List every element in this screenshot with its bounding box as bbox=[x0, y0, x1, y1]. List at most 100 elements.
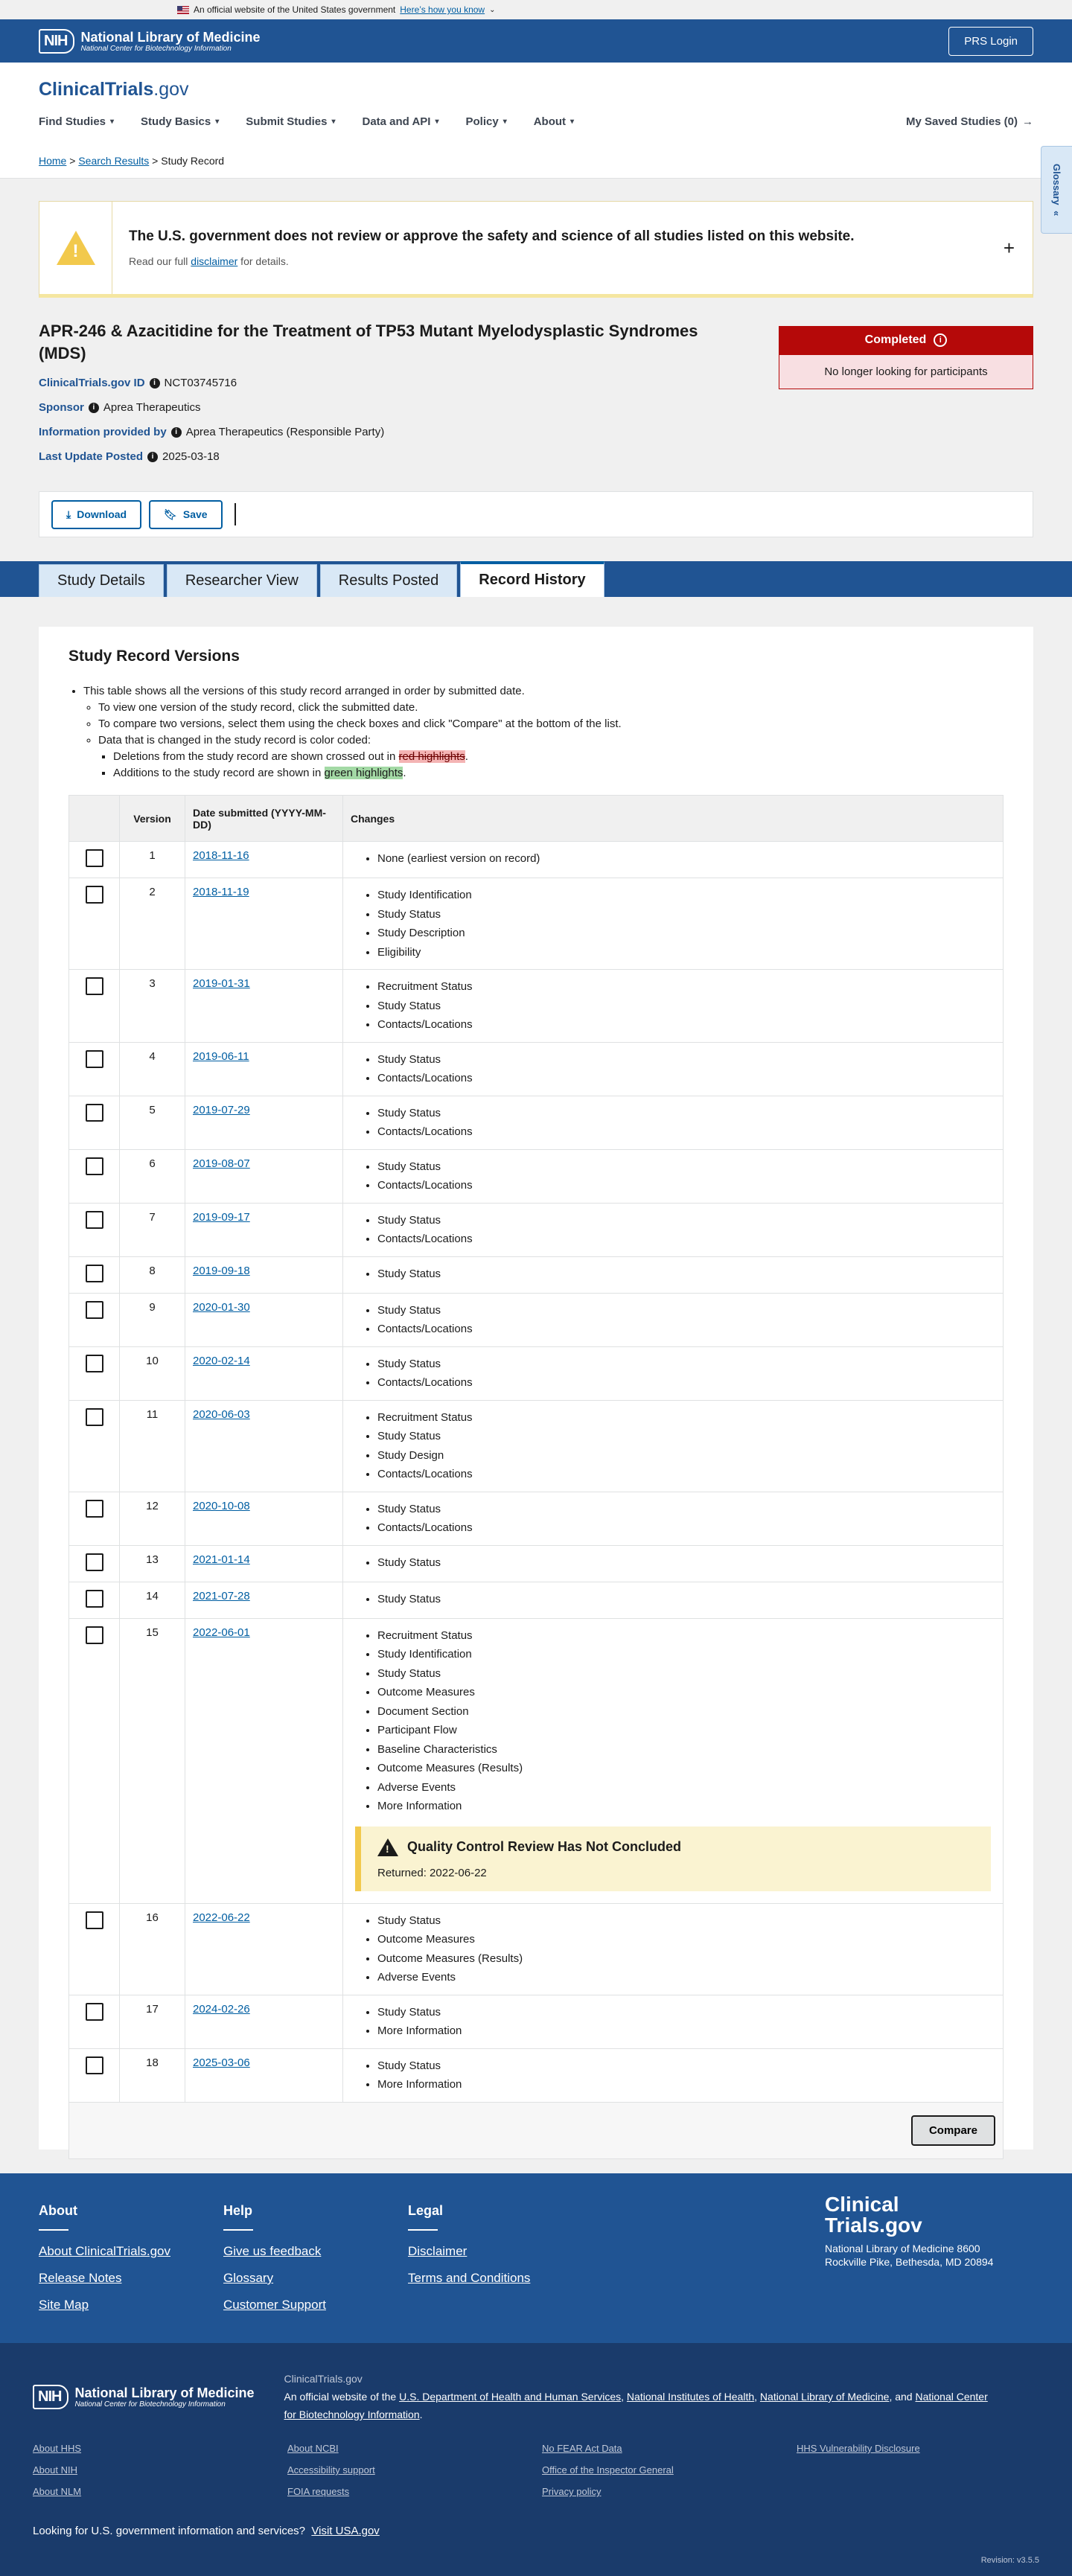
version-checkbox[interactable] bbox=[85, 1049, 103, 1068]
version-checkbox[interactable] bbox=[85, 1499, 103, 1518]
agency-link[interactable]: About NLM bbox=[33, 2486, 287, 2497]
version-date-link[interactable]: 2019-01-31 bbox=[193, 977, 250, 990]
version-checkbox[interactable] bbox=[85, 1103, 103, 1122]
footer-link[interactable]: Give us feedback bbox=[223, 2244, 326, 2259]
version-number: 13 bbox=[119, 1544, 185, 1582]
version-number: 16 bbox=[119, 1902, 185, 1995]
versions-intro: This table shows all the versions of thi… bbox=[68, 683, 1004, 782]
version-date-link[interactable]: 2024-02-26 bbox=[193, 2003, 250, 2016]
version-number: 7 bbox=[119, 1202, 185, 1257]
ct-logo[interactable]: ClinicalTrials.gov bbox=[39, 79, 1033, 100]
version-checkbox[interactable] bbox=[85, 1553, 103, 1571]
nav-policy[interactable]: Policy ▾ bbox=[466, 115, 507, 128]
version-date-link[interactable]: 2018-11-16 bbox=[193, 849, 249, 862]
agency-link[interactable]: About NCBI bbox=[287, 2443, 542, 2454]
nih-link[interactable]: National Institutes of Health bbox=[627, 2391, 754, 2403]
version-date-link[interactable]: 2020-01-30 bbox=[193, 1301, 250, 1314]
version-date-link[interactable]: 2018-11-19 bbox=[193, 886, 249, 898]
glossary-tab[interactable]: Glossary « bbox=[1041, 146, 1072, 234]
tab-study-details[interactable]: Study Details bbox=[39, 564, 164, 597]
version-date-link[interactable]: 2019-08-07 bbox=[193, 1157, 250, 1170]
version-date-link[interactable]: 2019-07-29 bbox=[193, 1104, 250, 1116]
version-date-link[interactable]: 2020-06-03 bbox=[193, 1408, 250, 1421]
info-icon[interactable]: i bbox=[149, 377, 160, 389]
agency-description: ClinicalTrials.gov An official website o… bbox=[284, 2370, 999, 2423]
agency-link[interactable]: Privacy policy bbox=[542, 2486, 797, 2497]
version-date-link[interactable]: 2022-06-22 bbox=[193, 1911, 250, 1924]
change-item: Study Status bbox=[377, 1211, 995, 1230]
version-date-link[interactable]: 2020-10-08 bbox=[193, 1500, 250, 1512]
agency-link[interactable]: Office of the Inspector General bbox=[542, 2464, 797, 2476]
version-checkbox[interactable] bbox=[85, 1300, 103, 1319]
nav-study-basics[interactable]: Study Basics ▾ bbox=[141, 115, 219, 128]
agency-link[interactable]: About HHS bbox=[33, 2443, 287, 2454]
version-checkbox[interactable] bbox=[85, 1264, 103, 1282]
version-checkbox[interactable] bbox=[85, 1911, 103, 1929]
nav-about[interactable]: About ▾ bbox=[534, 115, 574, 128]
footer-link[interactable]: Site Map bbox=[39, 2298, 170, 2313]
footer-link[interactable]: About ClinicalTrials.gov bbox=[39, 2244, 170, 2259]
disclaimer-link[interactable]: disclaimer bbox=[191, 255, 237, 267]
version-checkbox[interactable] bbox=[85, 886, 103, 904]
version-checkbox[interactable] bbox=[85, 1210, 103, 1229]
nav-find-studies[interactable]: Find Studies ▾ bbox=[39, 115, 114, 128]
nav-data-api[interactable]: Data and API ▾ bbox=[363, 115, 439, 128]
version-date-link[interactable]: 2021-07-28 bbox=[193, 1590, 250, 1602]
version-checkbox[interactable] bbox=[85, 1354, 103, 1372]
table-row: 16 2022-06-22 Study StatusOutcome Measur… bbox=[68, 1902, 1004, 1995]
info-icon[interactable]: i bbox=[934, 333, 948, 347]
tab-results-posted[interactable]: Results Posted bbox=[319, 564, 458, 597]
compare-button[interactable]: Compare bbox=[910, 2115, 995, 2146]
footer-link[interactable]: Glossary bbox=[223, 2271, 326, 2286]
version-checkbox[interactable] bbox=[85, 1589, 103, 1608]
breadcrumb-home[interactable]: Home bbox=[39, 155, 66, 167]
change-item: None (earliest version on record) bbox=[377, 849, 995, 869]
version-checkbox[interactable] bbox=[85, 1626, 103, 1644]
my-saved-studies-link[interactable]: My Saved Studies (0) → bbox=[906, 115, 1033, 128]
agency-link[interactable]: Accessibility support bbox=[287, 2464, 542, 2476]
version-number: 6 bbox=[119, 1148, 185, 1204]
version-date-link[interactable]: 2019-09-17 bbox=[193, 1211, 250, 1224]
version-date-link[interactable]: 2025-03-06 bbox=[193, 2056, 250, 2069]
nlm-link[interactable]: National Library of Medicine bbox=[760, 2391, 890, 2403]
change-item: Recruitment Status bbox=[377, 977, 995, 997]
footer-link[interactable]: Release Notes bbox=[39, 2271, 170, 2286]
prs-login-button[interactable]: PRS Login bbox=[948, 26, 1033, 56]
how-you-know-link[interactable]: Here’s how you know bbox=[400, 4, 485, 15]
version-checkbox[interactable] bbox=[85, 977, 103, 995]
version-date-link[interactable]: 2022-06-01 bbox=[193, 1626, 250, 1639]
agency-link[interactable]: FOIA requests bbox=[287, 2486, 542, 2497]
version-date-link[interactable]: 2021-01-14 bbox=[193, 1553, 250, 1566]
save-button[interactable]: 🔖︎ Save bbox=[149, 499, 223, 529]
tab-researcher-view[interactable]: Researcher View bbox=[166, 564, 317, 597]
status-box: Completed i No longer looking for partici… bbox=[779, 326, 1033, 389]
agency-link[interactable]: HHS Vulnerability Disclosure bbox=[797, 2443, 1051, 2454]
version-number: 14 bbox=[119, 1581, 185, 1619]
version-checkbox[interactable] bbox=[85, 1157, 103, 1175]
usa-gov-link[interactable]: Visit USA.gov bbox=[311, 2525, 379, 2537]
agency-link[interactable]: About NIH bbox=[33, 2464, 287, 2476]
info-icon[interactable]: i bbox=[170, 426, 182, 438]
info-icon[interactable]: i bbox=[88, 402, 99, 413]
chevron-down-icon: ⌄ bbox=[489, 5, 496, 14]
footer-link[interactable]: Disclaimer bbox=[408, 2244, 530, 2259]
footer-link[interactable]: Terms and Conditions bbox=[408, 2271, 530, 2286]
breadcrumb-search-results[interactable]: Search Results bbox=[78, 155, 149, 167]
download-button[interactable]: ⤓ Download bbox=[51, 499, 142, 529]
version-checkbox[interactable] bbox=[85, 2002, 103, 2021]
hhs-link[interactable]: U.S. Department of Health and Human Serv… bbox=[399, 2391, 621, 2403]
nih-logo[interactable]: NIH National Library of Medicine Nationa… bbox=[39, 28, 261, 54]
info-icon[interactable]: i bbox=[147, 451, 159, 462]
version-date-link[interactable]: 2019-09-18 bbox=[193, 1265, 250, 1277]
version-checkbox[interactable] bbox=[85, 2056, 103, 2074]
version-date-link[interactable]: 2020-02-14 bbox=[193, 1355, 250, 1367]
footer-link[interactable]: Customer Support bbox=[223, 2298, 326, 2313]
agency-link[interactable]: No FEAR Act Data bbox=[542, 2443, 797, 2454]
version-checkbox[interactable] bbox=[85, 849, 103, 867]
tab-record-history[interactable]: Record History bbox=[460, 561, 604, 597]
nav-submit-studies[interactable]: Submit Studies ▾ bbox=[246, 115, 335, 128]
version-date-link[interactable]: 2019-06-11 bbox=[193, 1050, 249, 1063]
expand-plus-icon[interactable]: + bbox=[1004, 237, 1015, 260]
nih-logo[interactable]: NIH National Library of Medicine Nationa… bbox=[33, 2370, 255, 2423]
version-checkbox[interactable] bbox=[85, 1407, 103, 1426]
